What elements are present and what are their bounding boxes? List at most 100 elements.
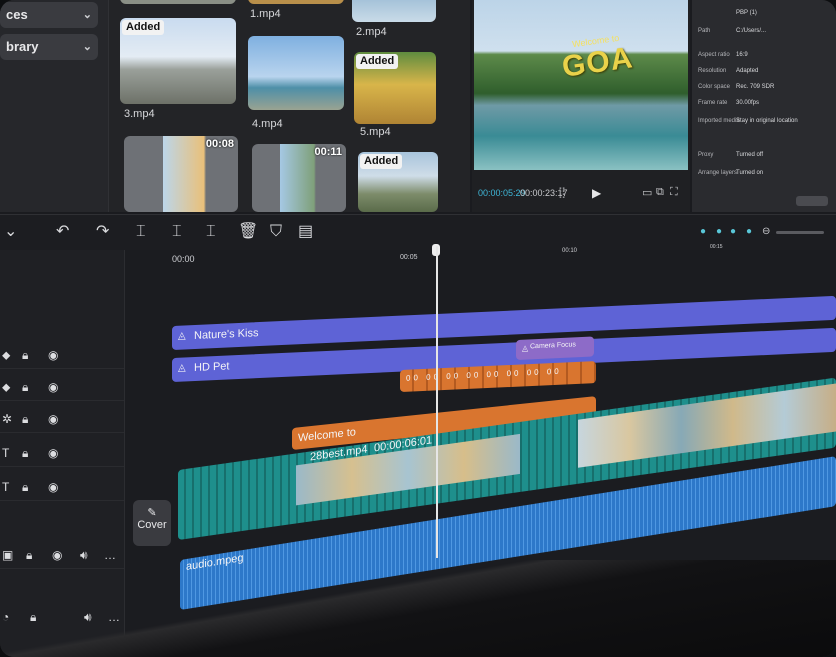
prop-row: Resolution Adapted [698, 68, 759, 74]
eye-icon[interactable]: ◉ [48, 380, 58, 394]
ruler-tick: 00:10 [562, 248, 578, 254]
media-thumb[interactable]: Added [120, 18, 236, 104]
media-thumb[interactable]: 00:11 [252, 144, 346, 212]
sidebar-item-label: ces [6, 7, 28, 22]
crop-icon[interactable]: ⧉ [656, 186, 664, 199]
lock-icon[interactable]: 🔒︎ [22, 446, 28, 461]
fullscreen-icon[interactable]: ⛶ [670, 186, 678, 199]
cover-button[interactable]: ✎ Cover [133, 500, 171, 546]
media-label: 4.mp4 [252, 118, 283, 130]
prop-row: Aspect ratio 16:9 [698, 52, 748, 58]
playhead[interactable] [436, 246, 438, 558]
media-thumb[interactable] [248, 0, 344, 4]
added-badge: Added [360, 154, 403, 169]
text-icon[interactable]: T [2, 480, 9, 494]
sticker-icon[interactable]: ✲ [2, 412, 12, 426]
sidebar-item-sources[interactable]: ces ⌄ [0, 2, 98, 28]
shield-icon[interactable]: ⛉ [270, 223, 282, 241]
media-label: 1.mp4 [250, 8, 281, 20]
split-right-icon[interactable]: ⌶ [206, 223, 216, 241]
media-panel: ces ⌄ brary ⌄ 1.mp4 2.mp4 Added 3.mp4 4.… [0, 0, 470, 212]
lock-icon[interactable]: 🔒︎ [22, 348, 28, 363]
prop-row: PBP (1) [736, 10, 757, 16]
clip-title: HD Pet [194, 360, 230, 375]
prop-row: Color space Rec. 709 SDR [698, 84, 775, 90]
lock-icon[interactable]: ⬥ [2, 348, 10, 363]
play-icon[interactable]: ▶ [592, 186, 601, 200]
preview-axis-icon[interactable]: ● [746, 223, 752, 241]
redo-icon[interactable]: ↷ [96, 223, 109, 241]
laptop-body [0, 560, 836, 657]
prop-row: Frame rate 30.00fps [698, 100, 760, 106]
edit-icon: ✎ [147, 507, 157, 519]
eye-icon[interactable]: ◉ [48, 348, 58, 362]
track-header: ✲ 🔒︎ ◉ [0, 404, 124, 433]
sidebar-item-label: brary [6, 39, 39, 54]
chevron-down-icon: ⌄ [82, 41, 92, 53]
lock-icon[interactable]: 🔒︎ [22, 412, 28, 427]
sidebar-item-library[interactable]: brary ⌄ [0, 34, 98, 60]
magnet-icon[interactable]: ● [716, 223, 722, 241]
preview-video[interactable]: Welcome to GOA [474, 0, 688, 170]
media-thumb[interactable] [352, 0, 436, 22]
link-icon[interactable]: ● [730, 223, 736, 241]
zoom-slider[interactable] [776, 231, 824, 234]
delete-icon[interactable]: 🗑 [238, 223, 258, 241]
track-header: ⬥ 🔒︎ ◉ [0, 372, 124, 401]
editor-window: ces ⌄ brary ⌄ 1.mp4 2.mp4 Added 3.mp4 4.… [0, 0, 836, 657]
clip-title: Nature's Kiss [194, 327, 259, 343]
preview-panel: Welcome to GOA 00:00:05:29 00:00:23:17 ⣿… [472, 0, 690, 212]
added-badge: Added [122, 20, 165, 35]
eye-icon[interactable]: ◉ [48, 446, 58, 460]
eye-icon[interactable]: ◉ [48, 412, 58, 426]
clip-title: Camera Focus [530, 341, 576, 351]
mic-icon[interactable]: ● [700, 223, 706, 241]
media-sidebar: ces ⌄ brary ⌄ [0, 0, 109, 212]
lock-icon[interactable]: 🔒︎ [22, 380, 28, 395]
track-header: T 🔒︎ ◉ [0, 472, 124, 501]
track-header: ⬥ 🔒︎ ◉ [0, 340, 124, 369]
lock-icon[interactable]: 🔒︎ [22, 480, 28, 495]
cover-label: Cover [137, 519, 167, 531]
ruler-tick: 00:15 [710, 244, 723, 250]
media-label: 3.mp4 [124, 108, 155, 120]
prop-row: Proxy Turned off [698, 152, 764, 158]
split-icon[interactable]: ⌶ [136, 223, 146, 241]
select-icon[interactable]: ⌄ [4, 223, 17, 241]
ratio-icon[interactable]: ▭ [642, 186, 652, 199]
effect-icon: ◬ [522, 343, 529, 353]
ruler-tick: 00:00 [172, 254, 195, 264]
media-thumb[interactable]: 00:08 [124, 136, 238, 212]
media-thumb[interactable]: Added [354, 52, 436, 124]
current-timecode: 00:00:05:29 [478, 188, 526, 198]
text-icon[interactable]: T [2, 446, 9, 460]
properties-panel: PBP (1) Path C:/Users/... Aspect ratio 16:… [692, 0, 836, 212]
media-thumb[interactable] [248, 36, 344, 110]
prop-row: Arrange layers Turned on [698, 170, 764, 176]
clip-title: 00 00 00 00 00 00 00 00 [406, 366, 562, 383]
prop-row: Path C:/Users/... [698, 28, 767, 34]
chevron-down-icon: ⌄ [82, 9, 92, 21]
added-badge: Added [356, 54, 399, 69]
modify-button[interactable] [796, 196, 828, 206]
effect-icon[interactable]: ⬥ [2, 380, 10, 395]
clip-camera-focus[interactable]: ◬ Camera Focus [516, 336, 594, 360]
grid-icon[interactable]: ⣿ [558, 186, 566, 199]
media-thumb[interactable]: Added [358, 152, 438, 212]
ruler-tick: 00:05 [400, 254, 418, 261]
undo-icon[interactable]: ↶ [56, 223, 69, 241]
clip-title: Welcome to [298, 426, 356, 445]
media-label: 5.mp4 [360, 126, 391, 138]
track-header: T 🔒︎ ◉ [0, 438, 124, 467]
effect-icon: ◬ [178, 330, 186, 342]
preview-overlay-title: GOA [559, 41, 636, 84]
prop-row: Imported media Stay in original location [698, 118, 798, 124]
media-thumb[interactable] [120, 0, 236, 4]
caption-icon[interactable]: ▤ [298, 223, 313, 241]
media-label: 2.mp4 [356, 26, 387, 38]
zoom-out-icon[interactable]: ⊖ [762, 223, 770, 241]
effect-icon: ◬ [178, 362, 186, 374]
duration-label: 00:08 [205, 138, 234, 150]
eye-icon[interactable]: ◉ [48, 480, 58, 494]
split-left-icon[interactable]: ⌶ [172, 223, 182, 241]
